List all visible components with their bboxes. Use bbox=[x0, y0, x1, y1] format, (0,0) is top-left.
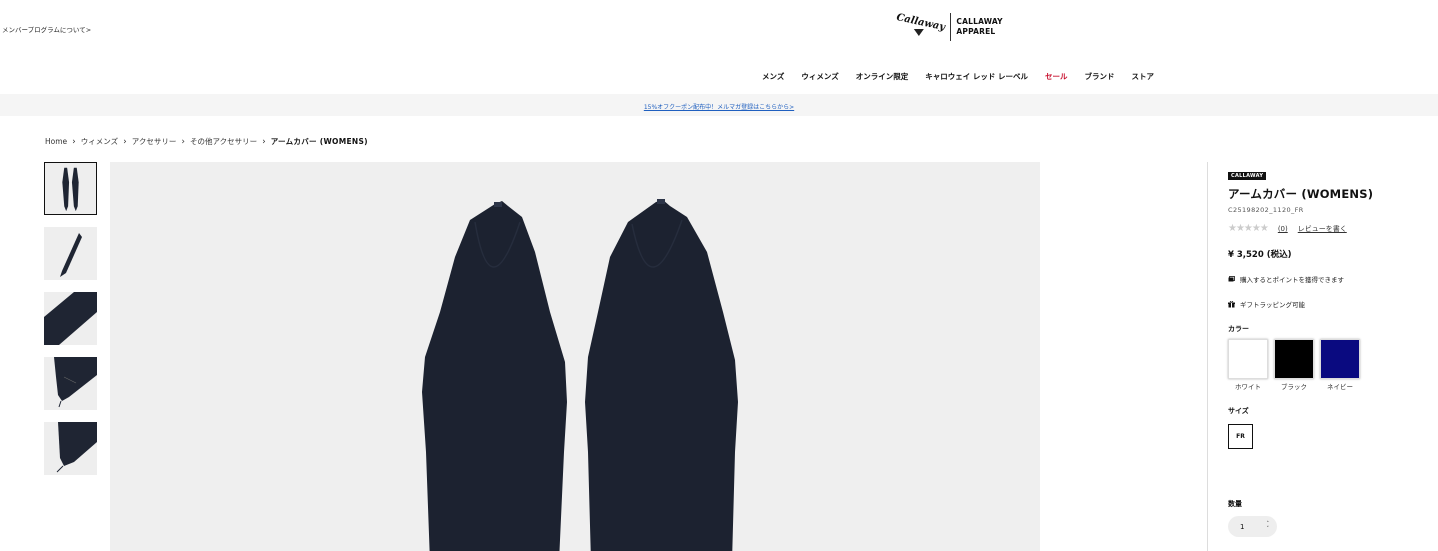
main-nav: メンズ ウィメンズ オンライン限定 キャロウェイ レッド レーベル セール ブラ… bbox=[762, 71, 1171, 82]
swatch-name: ネイビー bbox=[1327, 383, 1353, 391]
thumbnail-1[interactable] bbox=[44, 162, 97, 215]
main-product-image[interactable] bbox=[110, 162, 1040, 551]
points-text: 購入するとポイントを獲得できます bbox=[1240, 276, 1344, 284]
arm-cover-detail-image bbox=[44, 292, 97, 345]
product-price: ¥ 3,520 (税込) bbox=[1228, 250, 1292, 260]
rating-row: ★★★★★ (0) レビューを書く bbox=[1228, 223, 1428, 234]
thumbnail-3[interactable] bbox=[44, 292, 97, 345]
breadcrumb-home[interactable]: Home bbox=[45, 137, 67, 146]
color-swatch-navy[interactable]: ネイビー bbox=[1320, 339, 1360, 391]
chevron-right-icon: › bbox=[72, 136, 76, 147]
quantity-stepper[interactable]: 1 ˄ ˅ bbox=[1228, 516, 1277, 537]
arm-cover-main-image bbox=[422, 199, 738, 551]
size-option-fr[interactable]: FR bbox=[1228, 424, 1253, 449]
promo-bar: 15%オフクーポン配布中！メルマガ登録はこちらから> bbox=[0, 94, 1438, 116]
breadcrumb-current: アームカバー (WOMENS) bbox=[270, 137, 368, 146]
chevron-right-icon: › bbox=[123, 136, 127, 147]
swatch-box[interactable] bbox=[1228, 339, 1268, 379]
product-title: アームカバー (WOMENS) bbox=[1228, 187, 1374, 201]
thumbnail-5[interactable] bbox=[44, 422, 97, 475]
gift-info: ギフトラッピング可能 bbox=[1228, 299, 1428, 309]
callaway-apparel-logo[interactable]: Callaway CALLAWAY APPAREL bbox=[895, 12, 1003, 42]
swatch-box[interactable] bbox=[1320, 339, 1360, 379]
write-review-link[interactable]: レビューを書く bbox=[1298, 224, 1347, 234]
logo-line-2: APPAREL bbox=[956, 27, 996, 36]
arm-cover-pair-image bbox=[62, 167, 79, 212]
chevron-right-icon: › bbox=[181, 136, 185, 147]
nav-item-online-limited[interactable]: オンライン限定 bbox=[856, 71, 909, 82]
swatch-name: ホワイト bbox=[1235, 383, 1261, 391]
breadcrumb: Home › ウィメンズ › アクセサリー › その他アクセサリー › アームカ… bbox=[45, 136, 368, 147]
thumbnail-2[interactable] bbox=[44, 227, 97, 280]
color-swatch-black[interactable]: ブラック bbox=[1274, 339, 1314, 391]
points-card-icon bbox=[1228, 275, 1235, 281]
review-count-link[interactable]: (0) bbox=[1278, 225, 1288, 233]
color-swatch-white[interactable]: ホワイト bbox=[1228, 339, 1268, 391]
quantity-value: 1 bbox=[1240, 522, 1245, 531]
chevron-right-icon: › bbox=[262, 136, 266, 147]
callaway-script-logo: Callaway bbox=[894, 12, 946, 41]
breadcrumb-other-accessories[interactable]: その他アクセサリー bbox=[190, 136, 257, 147]
size-label: サイズ bbox=[1228, 407, 1249, 415]
thumbnail-list bbox=[44, 162, 98, 487]
color-label: カラー bbox=[1228, 325, 1249, 333]
nav-item-womens[interactable]: ウィメンズ bbox=[801, 71, 838, 82]
nav-item-brand[interactable]: ブランド bbox=[1084, 71, 1114, 82]
arm-cover-angle-image bbox=[60, 233, 82, 277]
gift-icon bbox=[1228, 300, 1235, 307]
brand-badge: CALLAWAY bbox=[1228, 172, 1267, 180]
swatch-box[interactable] bbox=[1274, 339, 1314, 379]
logo-line-1: CALLAWAY bbox=[956, 17, 1003, 26]
member-program-link[interactable]: メンバープログラムについて> bbox=[2, 24, 91, 34]
thumbnail-4[interactable] bbox=[44, 357, 97, 410]
nav-item-red-label[interactable]: キャロウェイ レッド レーベル bbox=[925, 71, 1028, 82]
product-sku: C25198202_1120_FR bbox=[1228, 206, 1304, 214]
chevron-logo-icon bbox=[913, 28, 924, 36]
arm-cover-logo-image bbox=[54, 357, 97, 408]
panel-divider bbox=[1207, 162, 1208, 551]
logo-divider bbox=[950, 13, 952, 41]
nav-item-mens[interactable]: メンズ bbox=[762, 71, 784, 82]
chevron-down-icon[interactable]: ˅ bbox=[1267, 526, 1270, 532]
rating-stars-icon: ★★★★★ bbox=[1228, 223, 1269, 234]
nav-item-sale[interactable]: セール bbox=[1045, 71, 1068, 82]
breadcrumb-womens[interactable]: ウィメンズ bbox=[81, 136, 118, 147]
swatch-name: ブラック bbox=[1281, 383, 1307, 391]
promo-link[interactable]: 15%オフクーポン配布中！メルマガ登録はこちらから> bbox=[644, 104, 794, 111]
gift-text: ギフトラッピング可能 bbox=[1240, 301, 1305, 309]
product-info-panel: CALLAWAY アームカバー (WOMENS) C25198202_1120_… bbox=[1228, 162, 1428, 537]
breadcrumb-accessories[interactable]: アクセサリー bbox=[132, 136, 177, 147]
nav-item-store[interactable]: ストア bbox=[1131, 71, 1154, 82]
quantity-arrows[interactable]: ˄ ˅ bbox=[1267, 521, 1270, 532]
color-swatches: ホワイト ブラック ネイビー bbox=[1228, 339, 1428, 391]
arm-cover-end-image bbox=[56, 422, 97, 473]
points-info: 購入するとポイントを獲得できます bbox=[1228, 274, 1428, 284]
logo-wordmark: CALLAWAY APPAREL bbox=[956, 17, 1002, 37]
quantity-label: 数量 bbox=[1228, 500, 1242, 508]
